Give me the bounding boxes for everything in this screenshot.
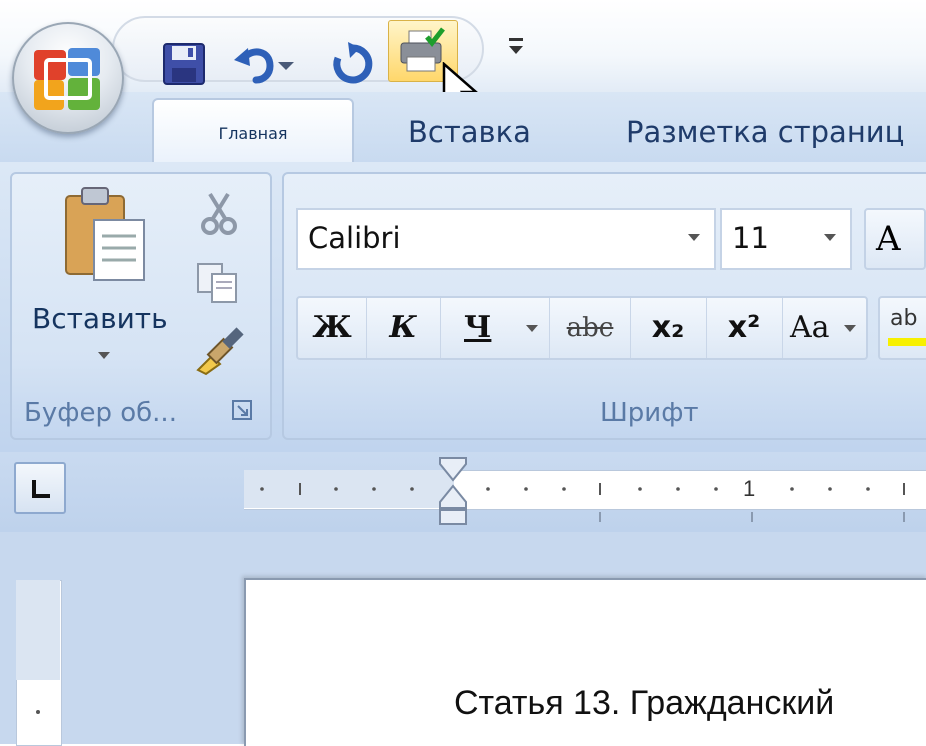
copy-icon[interactable] <box>196 262 240 304</box>
ruler-number-label: 1 <box>743 476 756 501</box>
underline-dropdown-icon <box>526 325 538 332</box>
tab-insert-label: Вставка <box>408 115 531 149</box>
format-painter-icon[interactable] <box>194 326 246 376</box>
font-family-dropdown-icon[interactable] <box>688 234 700 241</box>
grow-font-label: A <box>876 219 901 259</box>
save-icon[interactable] <box>160 40 208 88</box>
superscript-label: x² <box>727 310 761 345</box>
highlight-label: ab <box>890 306 918 331</box>
tab-home[interactable]: Главная <box>152 98 354 166</box>
tab-page-layout-label: Разметка страниц <box>626 115 905 149</box>
quick-access-toolbar <box>112 16 484 85</box>
redo-icon[interactable] <box>328 40 376 88</box>
italic-label: К <box>389 310 417 345</box>
paste-label: Вставить <box>32 302 168 335</box>
strikethrough-button[interactable]: abc <box>550 298 631 358</box>
highlight-color-swatch <box>888 338 926 346</box>
italic-button[interactable]: К <box>366 298 441 358</box>
subscript-label: x₂ <box>651 310 685 345</box>
font-group-label: Шрифт <box>600 398 699 428</box>
paste-icon <box>65 187 145 281</box>
font-format-toolbar: Ж К Ч abc x₂ x² Aa <box>296 296 868 360</box>
customize-qat-icon[interactable] <box>506 34 528 58</box>
dialog-launcher-icon[interactable] <box>232 400 252 420</box>
subscript-button[interactable]: x₂ <box>630 298 707 358</box>
undo-icon[interactable] <box>230 40 278 88</box>
office-logo-icon <box>34 48 100 110</box>
office-button[interactable] <box>12 22 124 134</box>
tab-home-label: Главная <box>218 124 288 143</box>
font-family-value: Calibri <box>308 221 401 255</box>
change-case-dropdown-icon <box>844 325 856 332</box>
font-family-field[interactable]: Calibri <box>296 208 716 270</box>
undo-dropdown-icon[interactable] <box>274 40 298 88</box>
paste-dropdown-icon <box>98 352 110 359</box>
vertical-ruler-margin <box>16 580 60 680</box>
bold-button[interactable]: Ж <box>298 298 367 358</box>
superscript-button[interactable]: x² <box>706 298 783 358</box>
document-text[interactable]: Статья 13. Гражданский <box>454 684 834 723</box>
left-tab-icon <box>32 480 50 498</box>
bold-label: Ж <box>312 310 352 345</box>
tab-selector[interactable] <box>14 462 66 514</box>
strikethrough-label: abc <box>566 313 614 343</box>
ruler-ticks <box>260 483 905 522</box>
tab-insert[interactable]: Вставка <box>408 110 531 164</box>
indent-marker[interactable] <box>438 456 468 528</box>
underline-button[interactable]: Ч <box>440 298 550 358</box>
font-size-dropdown-icon[interactable] <box>824 234 836 241</box>
grow-font-button[interactable]: A <box>864 208 926 270</box>
underline-label: Ч <box>464 310 492 345</box>
font-size-value: 11 <box>732 221 769 255</box>
cut-icon[interactable] <box>198 190 240 236</box>
change-case-label: Aa <box>790 310 830 345</box>
tab-page-layout[interactable]: Разметка страниц <box>626 110 904 164</box>
paste-button[interactable]: Вставить <box>24 178 184 378</box>
clipboard-group-label: Буфер об... <box>24 398 177 428</box>
change-case-button[interactable]: Aa <box>782 298 866 358</box>
vertical-ruler-tick <box>36 710 40 714</box>
highlight-button[interactable]: ab <box>878 296 926 360</box>
